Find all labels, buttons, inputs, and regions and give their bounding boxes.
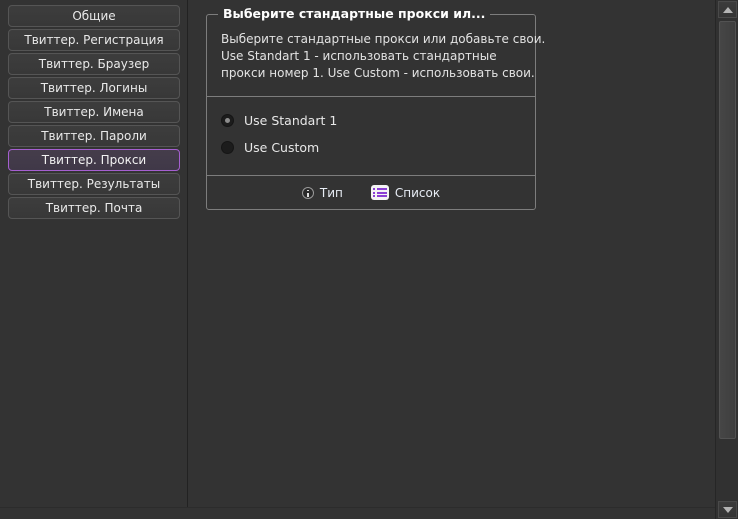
list-icon (370, 185, 389, 200)
sidebar-item-names[interactable]: Твиттер. Имена (8, 101, 180, 123)
sidebar-navigation: Общие Твиттер. Регистрация Твиттер. Брау… (0, 0, 188, 519)
list-toolbar-label: Список (394, 185, 441, 200)
content-panel: Выберите стандартные прокси ил... Выбери… (189, 0, 715, 519)
type-toolbar-label: Тип (319, 185, 343, 200)
sidebar-item-registration[interactable]: Твиттер. Регистрация (8, 29, 180, 51)
radio-option-label: Use Standart 1 (244, 113, 338, 128)
type-toolbar-button[interactable]: Тип (301, 185, 343, 200)
chevron-up-icon (722, 6, 733, 13)
vertical-scrollbar[interactable] (715, 0, 738, 519)
scroll-up-button[interactable] (718, 1, 737, 18)
bottom-strip (0, 507, 715, 519)
chevron-down-icon (722, 506, 733, 513)
radio-option-use-custom[interactable]: Use Custom (221, 140, 521, 155)
description-line: Use Standart 1 - использовать стандартны… (221, 49, 497, 63)
scrollbar-thumb[interactable] (719, 21, 736, 439)
radio-option-label: Use Custom (244, 140, 320, 155)
sidebar-item-passwords[interactable]: Твиттер. Пароли (8, 125, 180, 147)
radio-button-icon[interactable] (221, 114, 234, 127)
info-icon (301, 186, 314, 199)
sidebar-item-proxy[interactable]: Твиттер. Прокси (8, 149, 180, 171)
list-toolbar-button[interactable]: Список (370, 185, 441, 200)
radio-button-icon[interactable] (221, 141, 234, 154)
proxy-settings-group: Выберите стандартные прокси ил... Выбери… (206, 6, 546, 210)
description-section: Выберите стандартные прокси или добавьте… (207, 15, 546, 97)
group-title: Выберите стандартные прокси ил... (218, 6, 491, 21)
sidebar-item-mail[interactable]: Твиттер. Почта (8, 197, 180, 219)
sidebar-item-logins[interactable]: Твиттер. Логины (8, 77, 180, 99)
sidebar-item-results[interactable]: Твиттер. Результаты (8, 173, 180, 195)
sidebar-item-browser[interactable]: Твиттер. Браузер (8, 53, 180, 75)
application-window: Общие Твиттер. Регистрация Твиттер. Брау… (0, 0, 738, 519)
scroll-down-button[interactable] (718, 501, 737, 518)
group-toolbar: Тип Список (207, 176, 535, 209)
description-line: Выберите стандартные прокси или добавьте… (221, 32, 546, 46)
sidebar-item-obshchie[interactable]: Общие (8, 5, 180, 27)
radio-option-use-standart-1[interactable]: Use Standart 1 (221, 113, 521, 128)
proxy-option-list: Use Standart 1 Use Custom (207, 97, 535, 176)
description-line: прокси номер 1. Use Custom - использоват… (221, 66, 535, 80)
